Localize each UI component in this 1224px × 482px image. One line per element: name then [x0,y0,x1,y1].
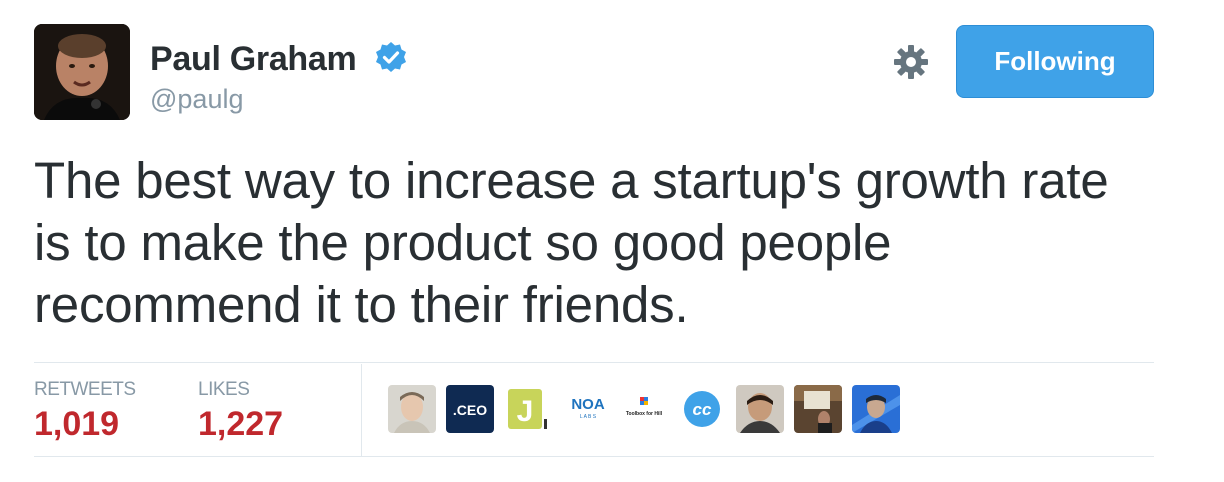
tweet-text-line: recommend it to their friends. [34,276,689,333]
liker-toolbox-text: Toolbox for Hill [626,411,663,417]
liker-avatar[interactable] [736,385,784,433]
liker-noa-text: NOA [571,396,605,413]
stats-divider-bottom [34,456,1154,457]
tweet-text-line: is to make the product so good people [34,214,892,271]
liker-avatar-ceo[interactable]: .CEO [446,385,494,433]
retweets-label[interactable]: RETWEETS [34,379,136,401]
tweet-card: Paul Graham @paulg Following The best wa… [0,0,1224,482]
liker-avatar[interactable] [794,385,842,433]
gear-icon[interactable] [893,44,929,80]
liker-avatar[interactable] [388,385,436,433]
liker-avatar-j[interactable]: J [506,385,554,433]
tweet-text: The best way to increase a startup's gro… [34,150,1194,336]
liker-avatar[interactable] [852,385,900,433]
liker-avatar-toolbox[interactable]: Toolbox for Hill [620,385,668,433]
avatar[interactable] [34,24,130,120]
user-name[interactable]: Paul Graham [150,40,357,79]
retweets-count[interactable]: 1,019 [34,405,119,444]
liker-j-text: J [517,395,534,428]
user-handle[interactable]: @paulg [150,84,243,115]
liker-noa-sub: L A B S [580,414,597,420]
liker-cc-text: cc [693,400,712,419]
liker-avatar-cc[interactable]: cc [678,385,726,433]
liker-ceo-text: .CEO [453,402,487,418]
liker-avatar-noa[interactable]: NOA L A B S [564,385,612,433]
likes-label[interactable]: LIKES [198,379,250,401]
likes-count[interactable]: 1,227 [198,405,283,444]
tweet-text-line: The best way to increase a startup's gro… [34,152,1109,209]
verified-badge-icon [374,41,408,75]
following-button[interactable]: Following [956,25,1154,98]
stats-divider-top [34,362,1154,363]
stats-divider-vertical [361,364,362,456]
